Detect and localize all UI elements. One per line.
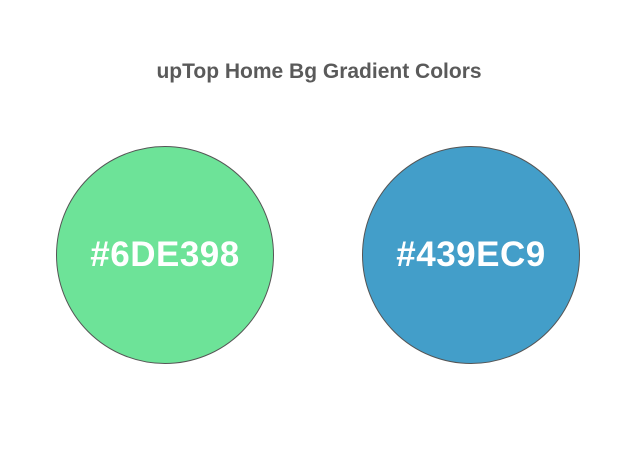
color-swatch-green: #6DE398	[56, 146, 274, 364]
swatch-hex-label: #6DE398	[90, 235, 240, 274]
color-swatch-blue: #439EC9	[362, 146, 580, 364]
page-title: upTop Home Bg Gradient Colors	[156, 60, 482, 83]
swatch-hex-label: #439EC9	[396, 235, 546, 274]
